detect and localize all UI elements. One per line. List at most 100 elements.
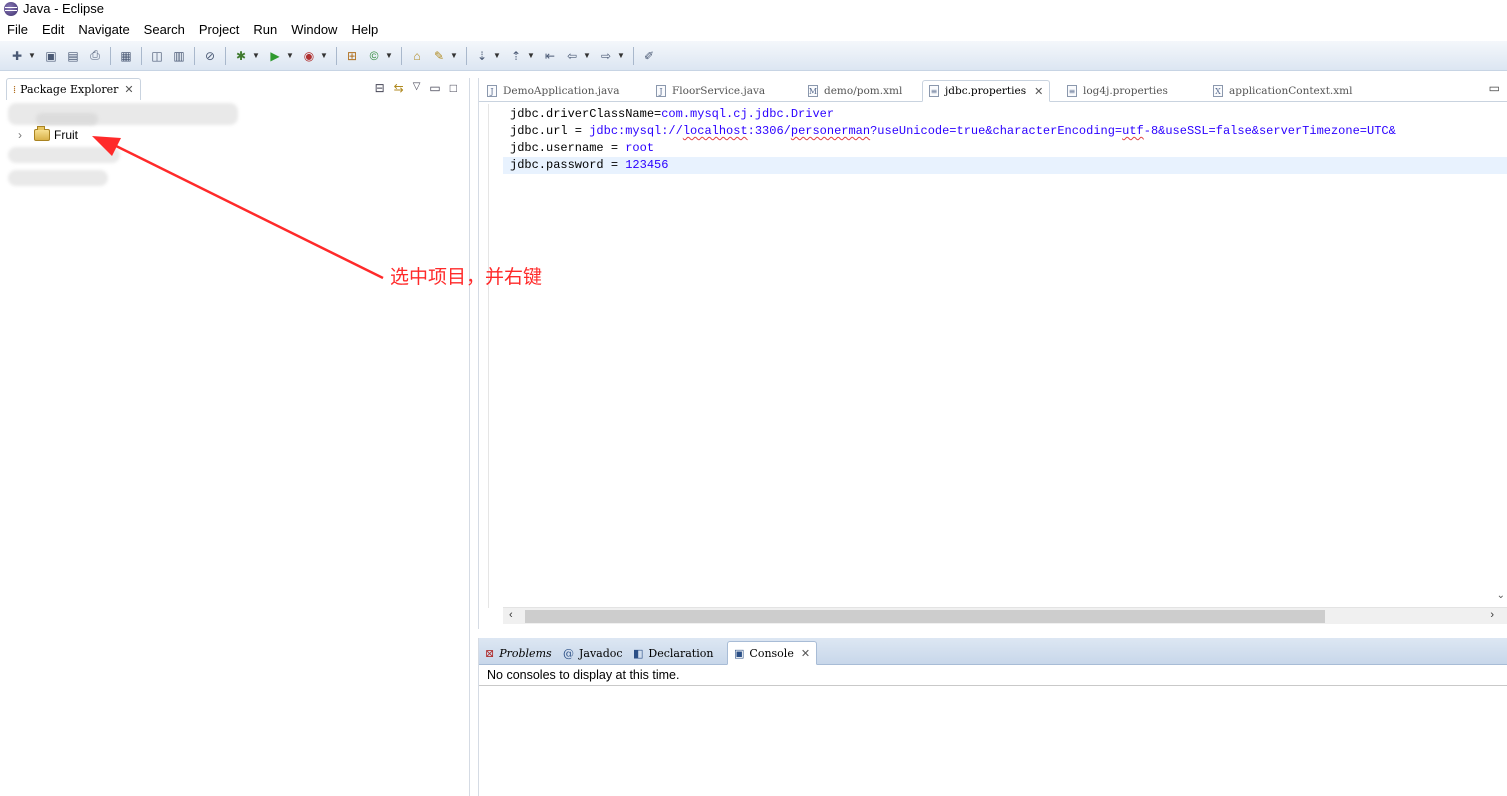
save-icon[interactable]: ▣ xyxy=(42,47,60,65)
horizontal-scrollbar[interactable]: ‹ › xyxy=(503,607,1507,624)
debug-icon[interactable]: ✱ xyxy=(232,47,250,65)
run-dropdown-icon[interactable]: ▼ xyxy=(286,51,294,60)
search-tool-dropdown-icon[interactable]: ▼ xyxy=(450,51,458,60)
scroll-left-icon[interactable]: ‹ xyxy=(509,609,513,621)
toolbar-separator xyxy=(336,46,337,65)
view-menu-icon[interactable]: ▽ xyxy=(413,81,421,95)
tab-package-explorer[interactable]: ⁞ Package Explorer ✕ xyxy=(6,78,141,100)
xml-file-icon: X xyxy=(1213,85,1223,97)
menu-window[interactable]: Window xyxy=(291,22,337,37)
console-icon: ▣ xyxy=(734,646,745,660)
console-divider xyxy=(479,685,1507,686)
editor-tab[interactable]: X applicationContext.xml xyxy=(1213,80,1353,102)
toolbar-separator xyxy=(466,46,467,65)
maven-file-icon: M xyxy=(808,85,818,97)
run-icon[interactable]: ▶ xyxy=(266,47,284,65)
open-type-icon[interactable]: ⌂ xyxy=(408,47,426,65)
binary-icon[interactable]: ▦ xyxy=(117,47,135,65)
minimize-icon[interactable]: ▭ xyxy=(429,81,440,95)
menu-search[interactable]: Search xyxy=(144,22,185,37)
tab-problems-label: Problems xyxy=(499,646,552,660)
menu-project[interactable]: Project xyxy=(199,22,239,37)
editor-tab[interactable]: M demo/pom.xml xyxy=(808,80,902,102)
tab-problems[interactable]: ⊠ Problems xyxy=(485,641,552,665)
link-with-editor-icon[interactable]: ⇆ xyxy=(394,81,404,95)
terminal-icon[interactable]: ◫ xyxy=(148,47,166,65)
tree-item-project[interactable]: › Fruit xyxy=(18,126,78,143)
menu-file[interactable]: File xyxy=(7,22,28,37)
code-line-current[interactable]: jdbc.password = 123456 xyxy=(503,157,1507,174)
title-bar: Java - Eclipse xyxy=(0,0,1507,17)
next-annotation-icon[interactable]: ⇣ xyxy=(473,47,491,65)
tab-console[interactable]: ▣ Console ✕ xyxy=(727,641,818,665)
minimize-icon[interactable]: ▭ xyxy=(1489,81,1500,95)
code-line[interactable]: jdbc.username = root xyxy=(510,140,654,157)
back-icon[interactable]: ⇦ xyxy=(563,47,581,65)
editor-tabbar: J DemoApplication.java J FloorService.ja… xyxy=(479,78,1507,102)
editor-area: J DemoApplication.java J FloorService.ja… xyxy=(478,78,1507,629)
scrollbar-thumb[interactable] xyxy=(525,610,1325,623)
forward-dropdown-icon[interactable]: ▼ xyxy=(617,51,625,60)
tab-javadoc[interactable]: @ Javadoc xyxy=(563,641,623,665)
new-dropdown-icon[interactable]: ▼ xyxy=(28,51,36,60)
project-label[interactable]: Fruit xyxy=(54,128,78,142)
expand-chevron-icon[interactable]: › xyxy=(18,128,30,142)
prev-annotation-dropdown-icon[interactable]: ▼ xyxy=(527,51,535,60)
menu-edit[interactable]: Edit xyxy=(42,22,64,37)
code-editor[interactable]: jdbc.driverClassName=com.mysql.cj.jdbc.D… xyxy=(488,104,1507,608)
tab-console-label: Console xyxy=(749,646,794,660)
package-explorer-actions: ⊟ ⇆ ▽ ▭ □ xyxy=(375,81,457,95)
close-icon[interactable]: ✕ xyxy=(124,83,133,96)
menu-bar: File Edit Navigate Search Project Run Wi… xyxy=(0,18,1507,40)
property-value-misspelled: utf xyxy=(1122,124,1144,138)
search-tool-icon[interactable]: ✎ xyxy=(430,47,448,65)
next-annotation-dropdown-icon[interactable]: ▼ xyxy=(493,51,501,60)
save-all-icon[interactable]: ▤ xyxy=(64,47,82,65)
maximize-icon[interactable]: □ xyxy=(450,81,457,95)
editor-tab-label: DemoApplication.java xyxy=(503,85,620,97)
print-icon[interactable]: ⎙ xyxy=(86,47,104,65)
tab-package-explorer-label: Package Explorer xyxy=(20,83,119,96)
external-tools-icon[interactable]: ◉ xyxy=(300,47,318,65)
editor-ruler xyxy=(489,104,503,608)
columns-icon[interactable]: ▥ xyxy=(170,47,188,65)
forward-icon[interactable]: ⇨ xyxy=(597,47,615,65)
new-icon[interactable]: ✚ xyxy=(8,47,26,65)
close-icon[interactable]: ✕ xyxy=(1034,85,1043,98)
back-dropdown-icon[interactable]: ▼ xyxy=(583,51,591,60)
editor-tab[interactable]: J DemoApplication.java xyxy=(487,80,620,102)
menu-navigate[interactable]: Navigate xyxy=(78,22,129,37)
menu-run[interactable]: Run xyxy=(253,22,277,37)
properties-file-icon: ≡ xyxy=(929,85,939,97)
property-value: jdbc:mysql:// xyxy=(589,124,683,138)
new-package-icon[interactable]: ⊞ xyxy=(343,47,361,65)
console-panel: ⊠ Problems @ Javadoc ◧ Declaration ▣ Con… xyxy=(478,638,1507,796)
tab-declaration[interactable]: ◧ Declaration xyxy=(633,641,713,665)
close-icon[interactable]: ✕ xyxy=(801,647,810,660)
property-key: jdbc.driverClassName= xyxy=(510,107,662,121)
new-class-icon[interactable]: © xyxy=(365,47,383,65)
pin-editor-icon[interactable]: ✐ xyxy=(640,47,658,65)
new-class-dropdown-icon[interactable]: ▼ xyxy=(385,51,393,60)
property-key: jdbc.url = xyxy=(510,124,590,138)
project-folder-icon xyxy=(34,126,50,141)
skip-breakpoints-icon[interactable]: ⊘ xyxy=(201,47,219,65)
scroll-down-icon[interactable]: ⌄ xyxy=(1497,590,1505,601)
toolbar-separator xyxy=(633,46,634,65)
package-explorer-tabbar: ⁞ Package Explorer ✕ ⊟ ⇆ ▽ ▭ □ xyxy=(0,78,469,100)
editor-tab-active[interactable]: ≡ jdbc.properties ✕ xyxy=(922,80,1051,102)
code-line[interactable]: jdbc.driverClassName=com.mysql.cj.jdbc.D… xyxy=(510,106,834,123)
java-file-icon: J xyxy=(656,85,666,97)
menu-help[interactable]: Help xyxy=(351,22,378,37)
editor-tab[interactable]: J FloorService.java xyxy=(656,80,765,102)
last-edit-icon[interactable]: ⇤ xyxy=(541,47,559,65)
external-tools-dropdown-icon[interactable]: ▼ xyxy=(320,51,328,60)
code-line[interactable]: jdbc.url = jdbc:mysql://localhost:3306/p… xyxy=(510,123,1396,140)
scroll-right-icon[interactable]: › xyxy=(1490,609,1494,621)
collapse-all-icon[interactable]: ⊟ xyxy=(375,81,385,95)
tab-declaration-label: Declaration xyxy=(648,646,714,660)
editor-tab-label: log4j.properties xyxy=(1083,85,1168,97)
debug-dropdown-icon[interactable]: ▼ xyxy=(252,51,260,60)
prev-annotation-icon[interactable]: ⇡ xyxy=(507,47,525,65)
editor-tab[interactable]: ≡ log4j.properties xyxy=(1067,80,1168,102)
